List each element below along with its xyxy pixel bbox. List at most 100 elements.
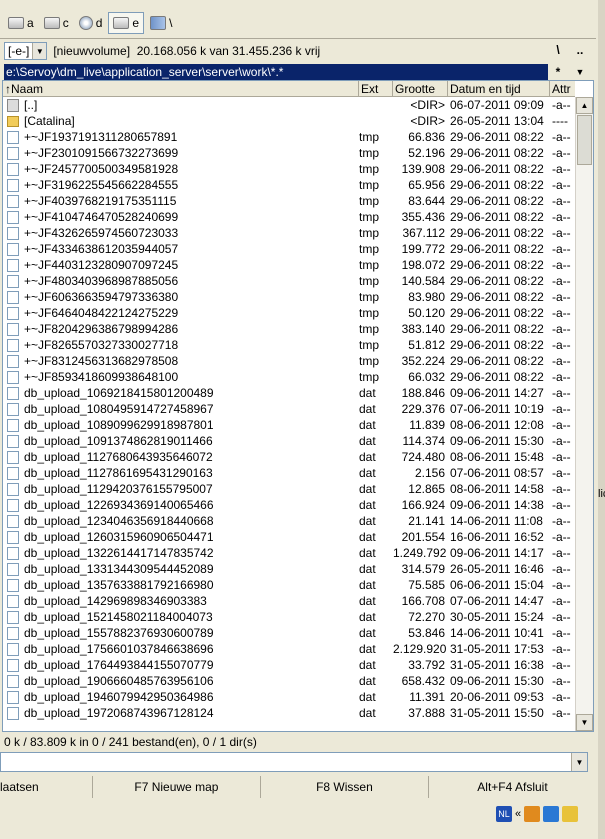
file-row[interactable]: db_upload_1756601037846638696 dat 2.129.92… xyxy=(3,641,575,657)
file-icon xyxy=(7,579,19,592)
file-row[interactable]: db_upload_1260315960906504471 dat 201.554 1… xyxy=(3,529,575,545)
file-row[interactable]: db_upload_1069218415801200489 dat 188.846 0… xyxy=(3,385,575,401)
file-row[interactable]: db_upload_1946079942950364986 dat 11.391 20… xyxy=(3,689,575,705)
file-row[interactable]: [..] <DIR> 06-07-2011 09:09 -a-- xyxy=(3,97,575,113)
file-row[interactable]: db_upload_1091374862819011466 dat 114.374 0… xyxy=(3,433,575,449)
file-size: 12.865 xyxy=(408,482,445,496)
file-row[interactable]: db_upload_1331344309544452089 dat 314.579 2… xyxy=(3,561,575,577)
file-row[interactable]: +~JF4403123280907097245 tmp 198.072 29-06-2… xyxy=(3,257,575,273)
file-size: 65.956 xyxy=(408,178,445,192)
file-row[interactable]: db_upload_1906660485763956106 dat 658.432 0… xyxy=(3,673,575,689)
file-icon xyxy=(7,195,19,208)
file-row[interactable]: db_upload_1127861695431290163 dat 2.156 07-… xyxy=(3,465,575,481)
file-attr: -a-- xyxy=(552,642,571,656)
history-dropdown-button[interactable]: ▼ xyxy=(570,64,590,80)
file-size: 724.480 xyxy=(401,450,445,464)
file-row[interactable]: db_upload_142969898346903383 dat 166.708 07… xyxy=(3,593,575,609)
file-row[interactable]: db_upload_1129420376155795007 dat 12.865 08… xyxy=(3,481,575,497)
file-name: db_upload_1129420376155795007 xyxy=(24,482,213,496)
drive-c-button[interactable]: c xyxy=(40,12,73,34)
file-ext: dat xyxy=(359,642,376,656)
drive-e-button[interactable]: e xyxy=(108,12,145,34)
tray-expand-button[interactable]: « xyxy=(515,808,521,820)
col-size[interactable]: Grootte xyxy=(393,81,448,97)
col-name[interactable]: ↑Naam xyxy=(3,81,359,97)
file-icon xyxy=(7,451,19,464)
file-row[interactable]: db_upload_1089099629918987801 dat 11.839 08… xyxy=(3,417,575,433)
vertical-scrollbar[interactable]: ▲ ▼ xyxy=(575,97,593,731)
file-row[interactable]: +~JF3196225545662284555 tmp 65.956 29-06-20… xyxy=(3,177,575,193)
col-date[interactable]: Datum en tijd xyxy=(448,81,550,97)
file-icon xyxy=(7,531,19,544)
file-row[interactable]: +~JF4104746470528240699 tmp 355.436 29-06-2… xyxy=(3,209,575,225)
file-row[interactable]: +~JF2457700500349581928 tmp 139.908 29-06-2… xyxy=(3,161,575,177)
path-bar[interactable]: e:\Servoy\dm_live\application_server\ser… xyxy=(4,64,548,80)
file-attr: -a-- xyxy=(552,386,571,400)
file-row[interactable]: [Catalina] <DIR> 26-05-2011 13:04 ---- xyxy=(3,113,575,129)
file-row[interactable]: +~JF8204296386798994286 tmp 383.140 29-06-2… xyxy=(3,321,575,337)
chevron-down-icon[interactable]: ▼ xyxy=(32,43,47,59)
file-date: 07-06-2011 10:19 xyxy=(450,402,544,416)
file-row[interactable]: +~JF4039768219175351115 tmp 83.644 29-06-20… xyxy=(3,193,575,209)
file-name: db_upload_142969898346903383 xyxy=(24,594,207,608)
chevron-down-icon[interactable]: ▼ xyxy=(571,753,587,771)
file-icon xyxy=(7,499,19,512)
file-size: 199.772 xyxy=(401,242,445,256)
history-star-button[interactable]: * xyxy=(548,64,568,80)
file-row[interactable]: db_upload_1357633881792166980 dat 75.585 06… xyxy=(3,577,575,593)
file-row[interactable]: +~JF4803403968987885056 tmp 140.584 29-06-2… xyxy=(3,273,575,289)
file-row[interactable]: +~JF1937191311280657891 tmp 66.836 29-06-20… xyxy=(3,129,575,145)
file-size: 355.436 xyxy=(401,210,445,224)
file-ext: dat xyxy=(359,546,376,560)
col-ext[interactable]: Ext xyxy=(359,81,393,97)
file-size: 1.249.792 xyxy=(393,546,447,560)
file-row[interactable]: +~JF6063663594797336380 tmp 83.980 29-06-20… xyxy=(3,289,575,305)
file-row[interactable]: db_upload_1234046356918440668 dat 21.141 14… xyxy=(3,513,575,529)
file-ext: tmp xyxy=(359,370,380,384)
file-row[interactable]: db_upload_1972068743967128124 dat 37.888 31… xyxy=(3,705,575,721)
app-tray-icon[interactable] xyxy=(524,806,541,822)
language-indicator[interactable]: NL xyxy=(496,806,512,822)
f6-move-button[interactable]: laatsen xyxy=(0,776,93,798)
col-attr[interactable]: Attr xyxy=(550,81,575,97)
file-attr: -a-- xyxy=(552,562,571,576)
alt-f4-exit-button[interactable]: Alt+F4 Afsluit xyxy=(429,776,596,798)
file-row[interactable]: db_upload_1322614417147835742 dat 1.249.79… xyxy=(3,545,575,561)
file-name: [..] xyxy=(24,98,38,112)
file-row[interactable]: +~JF8312456313682978508 tmp 352.224 29-06-2… xyxy=(3,353,575,369)
parent-dir-button[interactable]: .. xyxy=(570,42,590,58)
file-row[interactable]: db_upload_1557882376930600789 dat 53.846 14… xyxy=(3,625,575,641)
file-row[interactable]: +~JF8593418609938648100 tmp 66.032 29-06-20… xyxy=(3,369,575,385)
skype-tray-icon[interactable] xyxy=(543,806,560,822)
file-attr: -a-- xyxy=(552,466,571,480)
file-row[interactable]: +~JF6464048422124275229 tmp 50.120 29-06-20… xyxy=(3,305,575,321)
scroll-thumb[interactable] xyxy=(577,115,592,165)
file-date: 26-05-2011 13:04 xyxy=(450,114,544,128)
file-icon xyxy=(7,131,19,144)
f7-new-folder-button[interactable]: F7 Nieuwe map xyxy=(93,776,261,798)
drive-a-button[interactable]: a xyxy=(4,12,38,34)
drive-combo[interactable]: [-e-] ▼ xyxy=(4,42,48,60)
file-icon xyxy=(7,291,19,304)
file-row[interactable]: db_upload_1127680643935646072 dat 724.480 0… xyxy=(3,449,575,465)
file-row[interactable]: +~JF4326265974560723033 tmp 367.112 29-06-2… xyxy=(3,225,575,241)
file-attr: -a-- xyxy=(552,610,571,624)
power-tray-icon[interactable] xyxy=(562,806,579,822)
network-drive-button[interactable]: \ xyxy=(146,12,176,34)
file-row[interactable]: db_upload_1080495914727458967 dat 229.376 0… xyxy=(3,401,575,417)
file-row[interactable]: db_upload_1521458021184004073 dat 72.270 30… xyxy=(3,609,575,625)
drive-d-button[interactable]: d xyxy=(75,12,107,34)
file-row[interactable]: db_upload_1226934369140065466 dat 166.924 0… xyxy=(3,497,575,513)
file-row[interactable]: +~JF2301091566732273699 tmp 52.196 29-06-20… xyxy=(3,145,575,161)
scroll-down-button[interactable]: ▼ xyxy=(576,714,593,731)
file-size: 201.554 xyxy=(401,530,445,544)
f8-delete-button[interactable]: F8 Wissen xyxy=(261,776,429,798)
file-row[interactable]: db_upload_1764493844155070779 dat 33.792 31… xyxy=(3,657,575,673)
file-row[interactable]: +~JF8265570327330027718 tmp 51.812 29-06-20… xyxy=(3,337,575,353)
command-line[interactable]: ▼ xyxy=(0,752,588,772)
file-date: 29-06-2011 08:22 xyxy=(450,290,544,304)
file-attr: -a-- xyxy=(552,450,571,464)
scroll-up-button[interactable]: ▲ xyxy=(576,97,593,114)
file-row[interactable]: +~JF4334638612035944057 tmp 199.772 29-06-2… xyxy=(3,241,575,257)
root-button[interactable]: \ xyxy=(548,42,568,58)
